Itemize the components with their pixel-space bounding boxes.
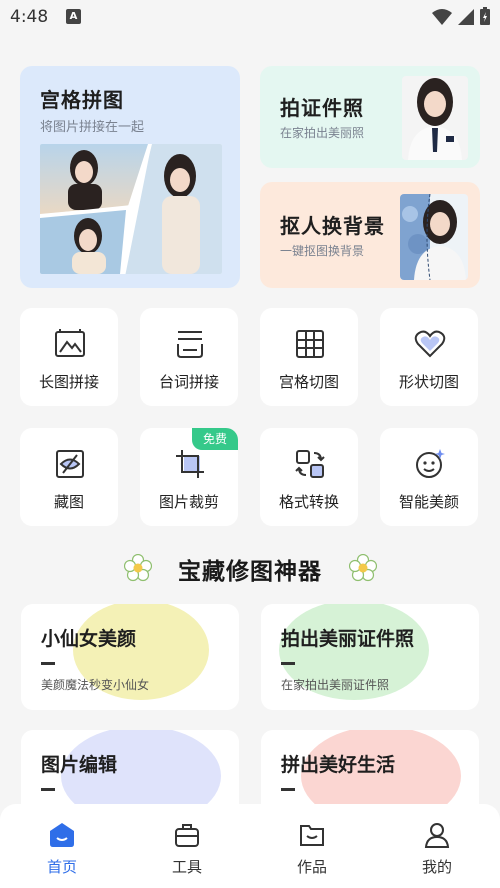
grid-collage-subtitle: 将图片拼接在一起 (40, 120, 145, 135)
smile-sparkle-icon (416, 449, 445, 478)
signal-icon (458, 9, 474, 25)
nav-label: 首页 (46, 858, 77, 876)
grid-cut-icon (296, 330, 324, 358)
feature-card-fairy-beauty[interactable]: 小仙女美颜 美颜魔法秒变小仙女 (21, 604, 239, 710)
bottom-nav: 首页 工具 作品 我的 (0, 804, 500, 888)
collage-preview-image (40, 144, 222, 274)
nav-item-works[interactable]: 作品 (272, 818, 352, 878)
notification-icon: A (66, 9, 81, 24)
feature-dash (41, 662, 55, 665)
id-photo-card[interactable]: 拍证件照 在家拍出美丽照 (260, 66, 480, 168)
tool-grid-cut[interactable]: 宫格切图 (260, 308, 358, 406)
id-photo-title: 拍证件照 (280, 96, 364, 120)
tool-shape-cut[interactable]: 形状切图 (380, 308, 478, 406)
toolbox-icon (175, 824, 199, 847)
tool-hide-image[interactable]: 藏图 (20, 428, 118, 526)
status-bar: 4:48 A (0, 0, 500, 34)
nav-label: 我的 (421, 858, 452, 876)
free-badge: 免费 (192, 428, 238, 450)
tool-smart-beauty[interactable]: 智能美颜 (380, 428, 478, 526)
feature-dash (41, 788, 55, 791)
hidden-eye-icon (56, 450, 84, 478)
section-title: 宝藏修图神器 (178, 559, 322, 585)
tool-label: 图片裁剪 (158, 493, 219, 511)
feature-title: 小仙女美颜 (41, 628, 137, 650)
flower-icon (349, 554, 377, 582)
battery-icon (480, 7, 490, 25)
feature-title: 图片编辑 (41, 754, 118, 776)
grid-collage-card[interactable]: 宫格拼图 将图片拼接在一起 (20, 66, 240, 288)
tool-label: 台词拼接 (158, 373, 219, 391)
nav-item-tools[interactable]: 工具 (147, 818, 227, 878)
wifi-icon (432, 9, 452, 25)
id-photo-image (402, 76, 468, 160)
feature-subtitle: 美颜魔法秒变小仙女 (41, 678, 150, 692)
section-heading: 宝藏修图神器 (0, 548, 500, 588)
nav-item-mine[interactable]: 我的 (397, 818, 477, 878)
background-change-title: 抠人换背景 (280, 214, 385, 238)
background-change-card[interactable]: 抠人换背景 一键抠图换背景 (260, 182, 480, 288)
home-icon (50, 823, 74, 847)
crop-icon (176, 450, 204, 478)
heart-shape-icon (414, 330, 446, 358)
feature-dash (281, 662, 295, 665)
profile-icon (424, 823, 450, 848)
nav-label: 作品 (296, 858, 327, 876)
convert-icon (295, 450, 325, 478)
feature-dash (281, 788, 295, 791)
long-image-icon (55, 329, 85, 357)
subtitle-stack-icon (177, 331, 203, 358)
background-change-image (400, 194, 468, 280)
grid-collage-title: 宫格拼图 (40, 88, 124, 112)
tool-label: 格式转换 (278, 493, 339, 511)
tool-label: 形状切图 (398, 373, 459, 391)
tool-label: 宫格切图 (278, 373, 339, 391)
tool-crop[interactable]: 图片裁剪 免费 (140, 428, 238, 526)
tool-label: 智能美颜 (398, 493, 459, 511)
background-change-subtitle: 一键抠图换背景 (280, 244, 365, 258)
status-time: 4:48 (10, 7, 49, 27)
nav-label: 工具 (171, 858, 202, 876)
id-photo-subtitle: 在家拍出美丽照 (280, 126, 365, 140)
tool-label: 藏图 (53, 493, 84, 511)
nav-item-home[interactable]: 首页 (22, 818, 102, 878)
folder-icon (300, 825, 324, 846)
feature-title: 拼出美好生活 (281, 754, 396, 776)
tool-subtitle-stitch[interactable]: 台词拼接 (140, 308, 238, 406)
tool-label: 长图拼接 (38, 373, 99, 391)
tool-long-image-stitch[interactable]: 长图拼接 (20, 308, 118, 406)
feature-card-id-photo[interactable]: 拍出美丽证件照 在家拍出美丽证件照 (261, 604, 479, 710)
feature-subtitle: 在家拍出美丽证件照 (281, 678, 390, 692)
tool-format-convert[interactable]: 格式转换 (260, 428, 358, 526)
status-icons (432, 7, 490, 25)
feature-title: 拍出美丽证件照 (281, 628, 415, 650)
